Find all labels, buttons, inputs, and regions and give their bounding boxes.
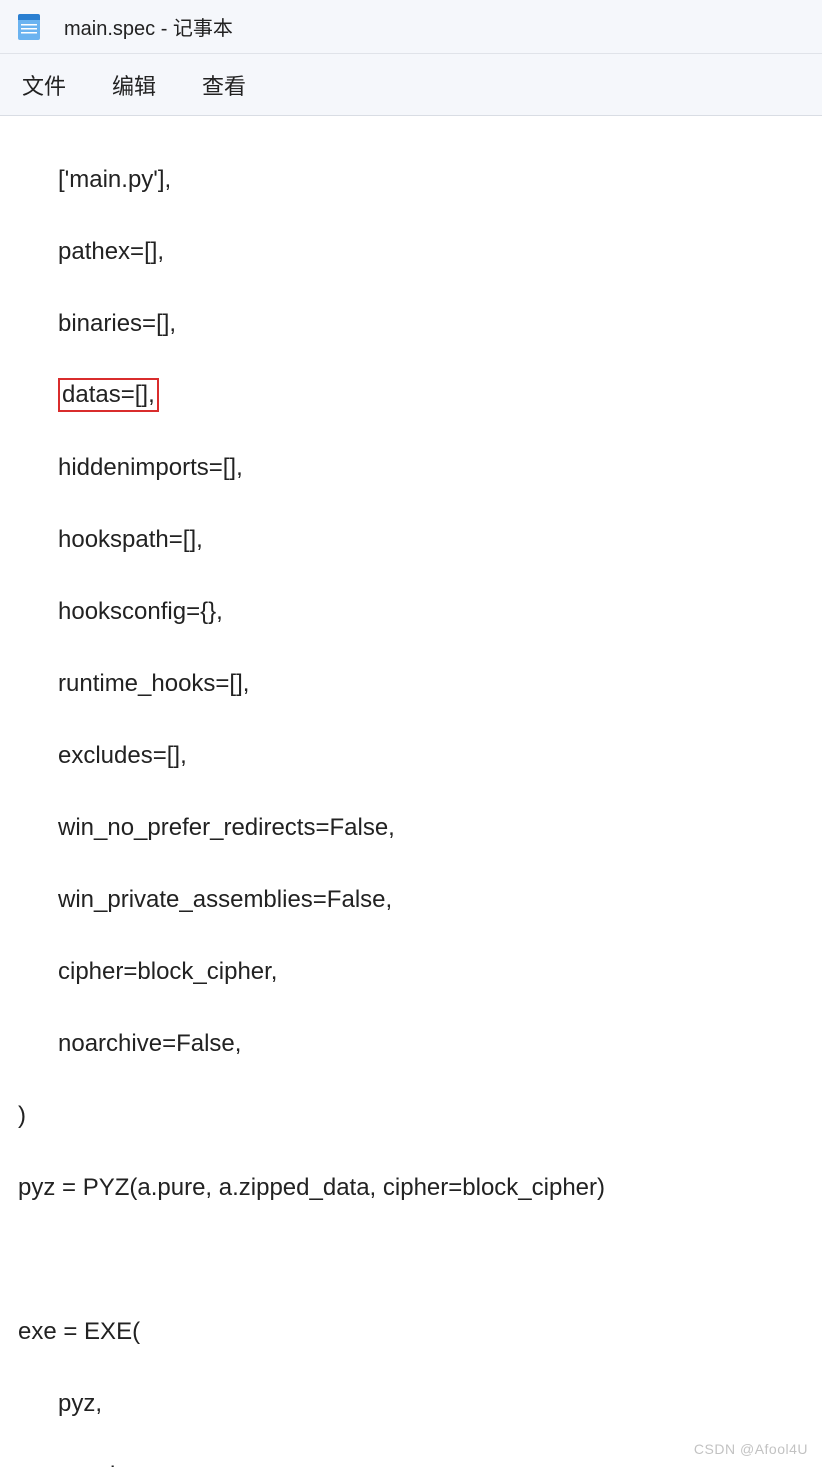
code-text: hiddenimports=[],: [58, 454, 243, 481]
code-line: pyz = PYZ(a.pure, a.zipped_data, cipher=…: [18, 1170, 804, 1206]
code-line: cipher=block_cipher,: [18, 954, 804, 990]
code-text: binaries=[],: [58, 310, 176, 337]
menu-file[interactable]: 文件: [22, 69, 66, 101]
code-text: win_no_prefer_redirects=False,: [58, 814, 395, 841]
code-text: hooksconfig={},: [58, 598, 223, 625]
code-line: excludes=[],: [18, 738, 804, 774]
window-title: main.spec - 记事本: [64, 12, 233, 41]
code-text: hookspath=[],: [58, 526, 203, 553]
code-text: runtime_hooks=[],: [58, 670, 249, 697]
code-text: ['main.py'],: [58, 166, 171, 193]
code-line: runtime_hooks=[],: [18, 666, 804, 702]
code-text: win_private_assemblies=False,: [58, 886, 392, 913]
titlebar: main.spec - 记事本: [0, 0, 822, 54]
code-text: pyz,: [58, 1390, 102, 1417]
code-line: datas=[],: [18, 378, 804, 414]
code-line: noarchive=False,: [18, 1026, 804, 1062]
code-text: pyz = PYZ(a.pure, a.zipped_data, cipher=…: [18, 1174, 605, 1201]
code-text: pathex=[],: [58, 238, 164, 265]
watermark-text: CSDN @Afool4U: [694, 1441, 808, 1457]
code-text: ): [18, 1102, 26, 1129]
code-line: binaries=[],: [18, 306, 804, 342]
code-line: a.scripts,: [18, 1458, 804, 1467]
code-line: win_private_assemblies=False,: [18, 882, 804, 918]
menu-edit[interactable]: 编辑: [112, 69, 156, 101]
code-text: noarchive=False,: [58, 1030, 241, 1057]
code-line: ): [18, 1098, 804, 1134]
notepad-icon: [18, 14, 40, 40]
code-line: hookspath=[],: [18, 522, 804, 558]
editor-area[interactable]: ['main.py'], pathex=[], binaries=[], dat…: [0, 116, 822, 1467]
code-line: hooksconfig={},: [18, 594, 804, 630]
highlight-datas: datas=[],: [58, 378, 159, 412]
code-line: pathex=[],: [18, 234, 804, 270]
code-text: a.scripts,: [58, 1462, 154, 1467]
code-text: cipher=block_cipher,: [58, 958, 277, 985]
code-line: hiddenimports=[],: [18, 450, 804, 486]
code-line: win_no_prefer_redirects=False,: [18, 810, 804, 846]
code-text: excludes=[],: [58, 742, 187, 769]
code-line: pyz,: [18, 1386, 804, 1422]
menubar: 文件 编辑 查看: [0, 54, 822, 116]
code-line: exe = EXE(: [18, 1314, 804, 1350]
code-line: [18, 1242, 804, 1278]
code-text: exe = EXE(: [18, 1318, 140, 1345]
code-line: ['main.py'],: [18, 162, 804, 198]
menu-view[interactable]: 查看: [202, 69, 246, 101]
